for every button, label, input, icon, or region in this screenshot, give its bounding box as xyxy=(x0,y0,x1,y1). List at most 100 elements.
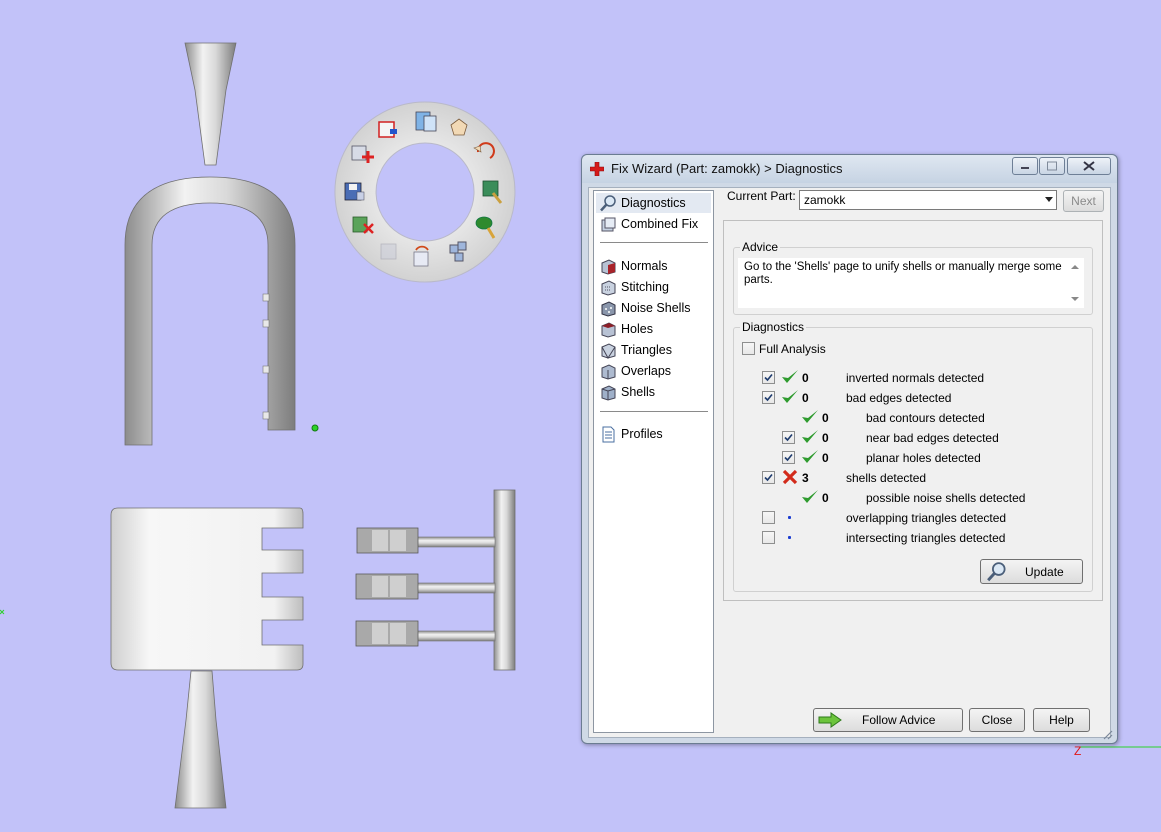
normals-cube-icon xyxy=(601,258,616,275)
pivot-point xyxy=(311,424,319,432)
triangles-cube-icon xyxy=(601,342,616,359)
green-check-icon xyxy=(801,449,819,465)
nav-item-diagnostics[interactable]: Diagnostics xyxy=(596,193,711,213)
bounding-box-icon[interactable] xyxy=(378,121,397,138)
dialog-client-area: Diagnostics Combined Fix Normals Stitchi… xyxy=(588,187,1111,738)
nav-item-stitching[interactable]: Stitching xyxy=(600,277,669,297)
red-x-icon xyxy=(781,469,799,485)
full-analysis-checkbox[interactable] xyxy=(742,342,755,355)
stitching-cube-icon xyxy=(601,279,616,296)
green-check-icon xyxy=(781,369,799,385)
advice-text: Go to the 'Shells' page to unify shells … xyxy=(744,261,1062,286)
resize-grip-icon[interactable] xyxy=(1101,728,1113,740)
pending-dot-icon xyxy=(781,509,799,525)
diagnostic-checkbox[interactable] xyxy=(762,531,775,544)
pending-dot-icon xyxy=(781,529,799,545)
diagnostics-title: Diagnostics xyxy=(740,320,807,334)
diagnostic-checkbox[interactable] xyxy=(782,431,795,444)
nav-item-combined-fix[interactable]: Combined Fix xyxy=(600,214,698,234)
nav-item-normals[interactable]: Normals xyxy=(600,256,668,276)
diagnostic-count: 0 xyxy=(822,411,829,425)
update-button[interactable]: Update xyxy=(980,559,1083,584)
minimize-icon xyxy=(1021,167,1029,169)
diagnostic-count: 0 xyxy=(822,431,829,445)
nav-item-triangles[interactable]: Triangles xyxy=(600,340,672,360)
key-part[interactable] xyxy=(355,489,516,671)
nav-item-label: Holes xyxy=(621,322,653,336)
checkmark-icon xyxy=(764,373,773,382)
nav-item-noise-shells[interactable]: Noise Shells xyxy=(600,298,690,318)
fix-wizard-dialog: Fix Wizard (Part: zamokk) > Diagnostics … xyxy=(581,154,1118,744)
nav-separator xyxy=(600,242,708,243)
close-window-button[interactable] xyxy=(1067,157,1111,175)
diagnostics-panel: Advice Go to the 'Shells' page to unify … xyxy=(723,220,1103,601)
nav-item-overlaps[interactable]: Overlaps xyxy=(600,361,671,381)
lock-body-part[interactable] xyxy=(110,507,304,809)
profiles-document-icon xyxy=(602,426,615,442)
scroll-down-icon[interactable] xyxy=(1071,297,1079,301)
diagnostic-label: intersecting triangles detected xyxy=(846,531,1006,545)
diagnostic-checkbox[interactable] xyxy=(762,471,775,484)
chevron-down-icon xyxy=(1045,197,1053,202)
advice-text-box: Go to the 'Shells' page to unify shells … xyxy=(738,258,1084,308)
minimize-button[interactable] xyxy=(1012,157,1038,175)
diagnostic-label: shells detected xyxy=(846,471,927,485)
diagnostic-label: possible noise shells detected xyxy=(866,491,1026,505)
diagnostic-count: 0 xyxy=(802,391,809,405)
diagnostic-label: planar holes detected xyxy=(866,451,981,465)
maximize-button[interactable] xyxy=(1039,157,1065,175)
checkmark-icon xyxy=(764,393,773,402)
help-button[interactable]: Help xyxy=(1033,708,1090,732)
dialog-titlebar[interactable]: Fix Wizard (Part: zamokk) > Diagnostics xyxy=(582,155,1117,183)
wizard-nav: Diagnostics Combined Fix Normals Stitchi… xyxy=(593,190,714,733)
green-check-icon xyxy=(801,409,819,425)
nav-item-label: Diagnostics xyxy=(621,196,686,210)
nav-item-label: Combined Fix xyxy=(621,217,699,231)
combined-fix-icon xyxy=(601,217,616,231)
save-icon[interactable] xyxy=(344,182,365,201)
nav-item-label: Shells xyxy=(621,385,656,399)
axis-z-label: Z xyxy=(1074,744,1081,758)
nav-item-shells[interactable]: Shells xyxy=(600,382,655,402)
next-button[interactable]: Next xyxy=(1063,190,1104,212)
axis-x-marker xyxy=(0,609,5,615)
diagnostic-label: bad edges detected xyxy=(846,391,952,405)
diagnostic-checkbox[interactable] xyxy=(782,451,795,464)
diagnostic-checkbox[interactable] xyxy=(762,371,775,384)
nav-item-holes[interactable]: Holes xyxy=(600,319,653,339)
advice-group: Advice Go to the 'Shells' page to unify … xyxy=(733,240,1093,315)
fork-part[interactable] xyxy=(124,42,296,446)
fix-wizard-cross-icon xyxy=(590,162,604,176)
holes-cube-icon xyxy=(601,321,616,338)
diagnostic-count: 0 xyxy=(822,451,829,465)
next-button-label: Next xyxy=(1071,194,1096,208)
follow-advice-label: Follow Advice xyxy=(862,713,936,727)
diagnostic-count: 0 xyxy=(822,491,829,505)
nav-item-label: Profiles xyxy=(621,427,663,441)
maximize-icon xyxy=(1047,161,1057,171)
magnifier-icon xyxy=(987,561,1006,581)
nav-item-label: Overlaps xyxy=(621,364,672,378)
nav-item-label: Stitching xyxy=(621,280,669,294)
current-part-select[interactable]: zamokk xyxy=(799,190,1057,210)
nav-item-profiles[interactable]: Profiles xyxy=(600,424,663,444)
green-arrow-icon xyxy=(818,712,842,728)
diagnostic-checkbox[interactable] xyxy=(762,511,775,524)
scroll-up-icon[interactable] xyxy=(1071,265,1079,269)
diagnostic-label: overlapping triangles detected xyxy=(846,511,1007,525)
diagnostic-checkbox[interactable] xyxy=(762,391,775,404)
noise-shells-cube-icon xyxy=(601,300,616,317)
radial-menu[interactable] xyxy=(334,101,516,283)
nav-item-label: Triangles xyxy=(621,343,672,357)
follow-advice-button[interactable]: Follow Advice xyxy=(813,708,963,732)
close-button[interactable]: Close xyxy=(969,708,1025,732)
diagnostic-count: 0 xyxy=(802,371,809,385)
checkmark-icon xyxy=(784,433,793,442)
diagnostic-label: near bad edges detected xyxy=(866,431,999,445)
overlaps-cube-icon xyxy=(601,363,616,380)
advice-scrollbar[interactable] xyxy=(1068,258,1082,308)
shells-cube-icon xyxy=(601,384,616,401)
diagnostic-label: bad contours detected xyxy=(866,411,985,425)
current-part-value: zamokk xyxy=(804,193,846,207)
diagnostic-label: inverted normals detected xyxy=(846,371,985,385)
